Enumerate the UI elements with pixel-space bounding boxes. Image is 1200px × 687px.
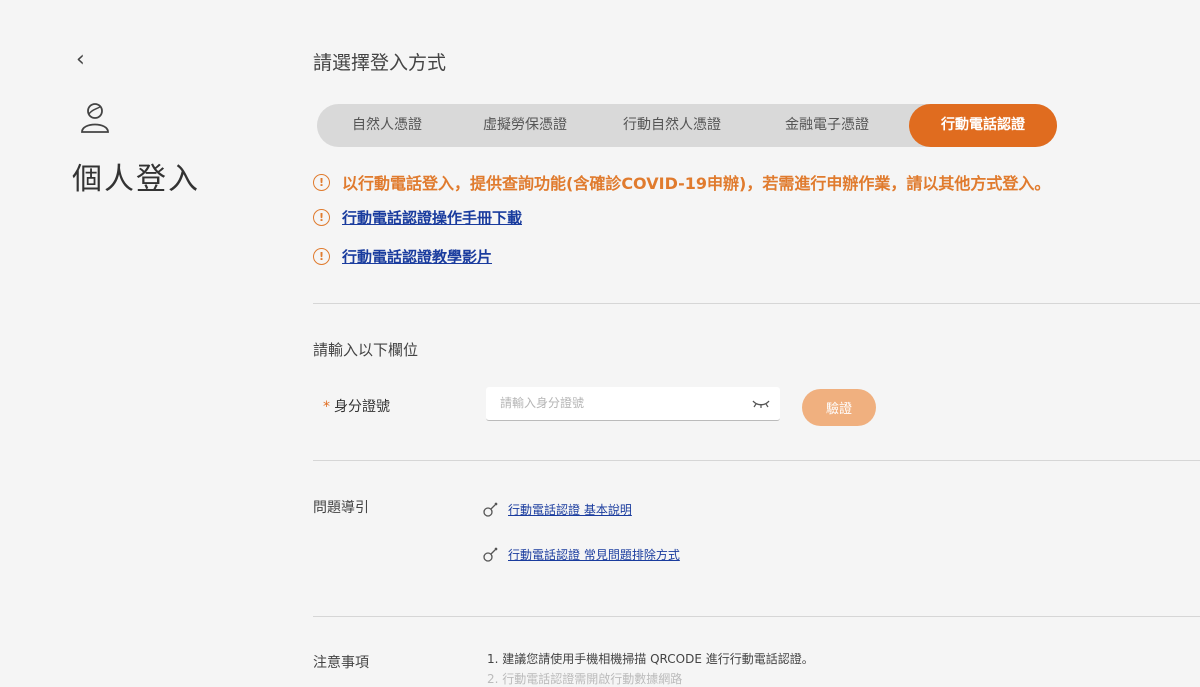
tab-virtual-labor-insurance-certificate[interactable]: 虛擬勞保憑證 bbox=[455, 104, 595, 147]
key-icon bbox=[483, 547, 498, 562]
notes-label: 注意事項 bbox=[313, 655, 369, 671]
tab-citizen-certificate[interactable]: 自然人憑證 bbox=[317, 104, 457, 147]
guide-item-basic: 行動電話認證 基本說明 bbox=[482, 500, 632, 518]
tab-mobile-citizen-certificate[interactable]: 行動自然人憑證 bbox=[597, 104, 747, 147]
id-number-field-wrapper bbox=[486, 387, 780, 421]
guide-faq-link[interactable]: 行動電話認證 常見問題排除方式 bbox=[508, 546, 680, 563]
guide-label: 問題導引 bbox=[313, 500, 369, 516]
guide-basic-link[interactable]: 行動電話認證 基本說明 bbox=[508, 501, 632, 518]
required-mark: * bbox=[323, 399, 330, 415]
id-number-label-text: 身分證號 bbox=[334, 399, 390, 415]
notes-item: 2. 行動電話認證需開啟行動數據網路 bbox=[487, 672, 683, 686]
notice-manual-download: ! 行動電話認證操作手冊下載 bbox=[313, 207, 522, 228]
login-method-heading: 請選擇登入方式 bbox=[313, 52, 447, 74]
page-title: 個人登入 bbox=[72, 162, 200, 197]
tutorial-video-link[interactable]: 行動電話認證教學影片 bbox=[342, 246, 492, 267]
notice-text: 以行動電話登入，提供查詢功能(含確診COVID-19申辦)，若需進行申辦作業，請… bbox=[342, 174, 1051, 193]
back-button[interactable]: ‹ bbox=[76, 46, 85, 74]
divider bbox=[313, 303, 1200, 304]
user-icon bbox=[81, 103, 109, 133]
tab-financial-certificate[interactable]: 金融電子憑證 bbox=[747, 104, 907, 147]
manual-download-link[interactable]: 行動電話認證操作手冊下載 bbox=[342, 207, 522, 228]
id-number-label: * 身分證號 bbox=[323, 396, 390, 416]
eye-closed-icon[interactable] bbox=[752, 396, 770, 410]
notice-tutorial-video: ! 行動電話認證教學影片 bbox=[313, 246, 492, 267]
notes-item: 1. 建議您請使用手機相機掃描 QRCODE 進行行動電話認證。 bbox=[487, 652, 814, 666]
warning-icon: ! bbox=[313, 209, 330, 226]
guide-item-faq: 行動電話認證 常見問題排除方式 bbox=[482, 545, 680, 563]
notice-mobile-login: ! 以行動電話登入，提供查詢功能(含確診COVID-19申辦)，若需進行申辦作業… bbox=[313, 170, 1050, 194]
divider bbox=[313, 460, 1200, 461]
warning-icon: ! bbox=[313, 248, 330, 265]
warning-icon: ! bbox=[313, 173, 330, 191]
key-icon bbox=[483, 502, 498, 517]
form-heading: 請輸入以下欄位 bbox=[313, 341, 419, 359]
divider bbox=[313, 616, 1200, 617]
id-number-input[interactable] bbox=[486, 387, 764, 419]
verify-button[interactable]: 驗證 bbox=[802, 389, 876, 426]
tab-mobile-phone-verification[interactable]: 行動電話認證 bbox=[909, 104, 1057, 147]
login-method-tabs: 自然人憑證 虛擬勞保憑證 行動自然人憑證 金融電子憑證 行動電話認證 bbox=[317, 104, 1057, 147]
